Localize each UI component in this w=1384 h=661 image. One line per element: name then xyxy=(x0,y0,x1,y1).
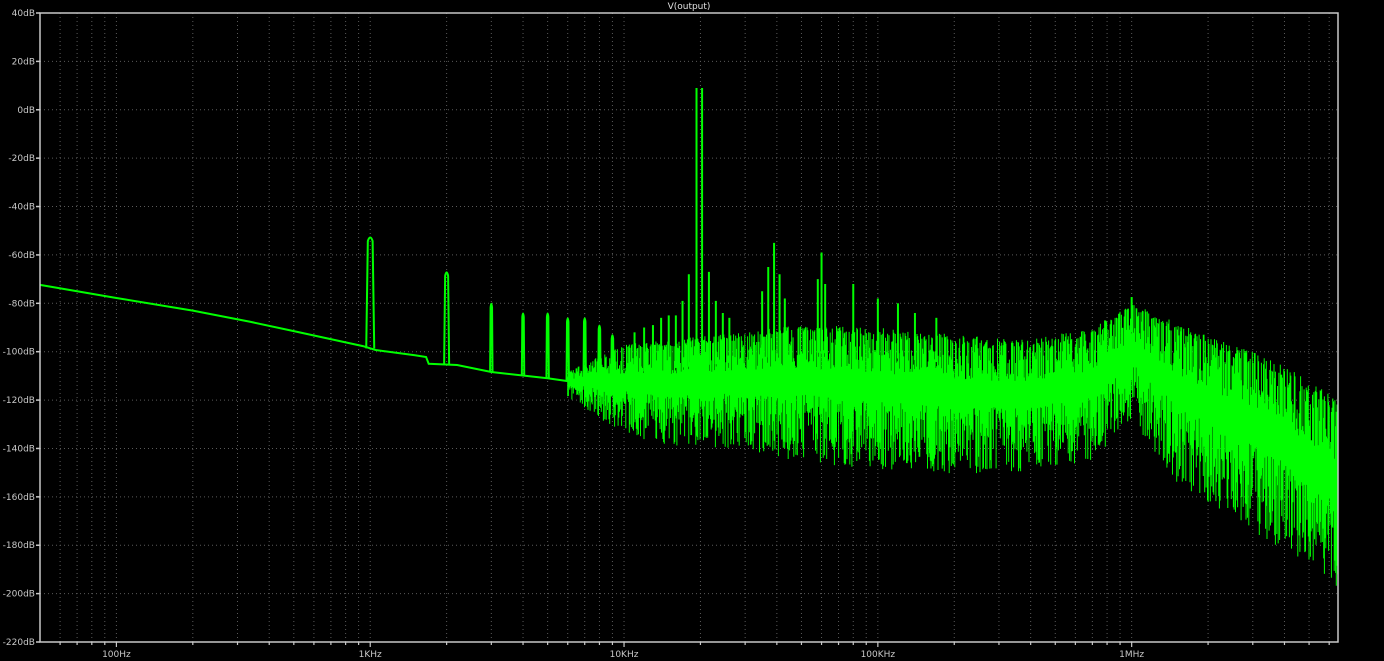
y-tick-label: 0dB xyxy=(17,106,35,116)
y-tick-label: -180dB xyxy=(3,541,35,551)
x-tick-label: 1MHz xyxy=(1119,650,1144,660)
chart-title: V(output) xyxy=(668,2,711,12)
y-tick-label: -200dB xyxy=(3,590,35,600)
y-tick-label: -140dB xyxy=(3,444,35,454)
y-tick-label: 40dB xyxy=(12,9,35,19)
y-tick-label: -160dB xyxy=(3,493,35,503)
y-tick-label: -220dB xyxy=(3,638,35,648)
x-tick-label: 100Hz xyxy=(102,650,131,660)
x-tick-label: 10KHz xyxy=(610,650,639,660)
y-tick-label: -60dB xyxy=(8,251,35,261)
y-tick-label: -100dB xyxy=(3,348,35,358)
x-tick-label: 100KHz xyxy=(861,650,896,660)
y-tick-label: -120dB xyxy=(3,396,35,406)
y-tick-label: 20dB xyxy=(12,57,35,67)
x-tick-label: 1KHz xyxy=(359,650,382,660)
y-tick-label: -20dB xyxy=(8,154,35,164)
y-tick-label: -80dB xyxy=(8,299,35,309)
y-tick-label: -40dB xyxy=(8,203,35,213)
fft-chart: V(output) 40dB 20dB 0dB -20dB -40dB -60dB -80d… xyxy=(0,0,1384,661)
